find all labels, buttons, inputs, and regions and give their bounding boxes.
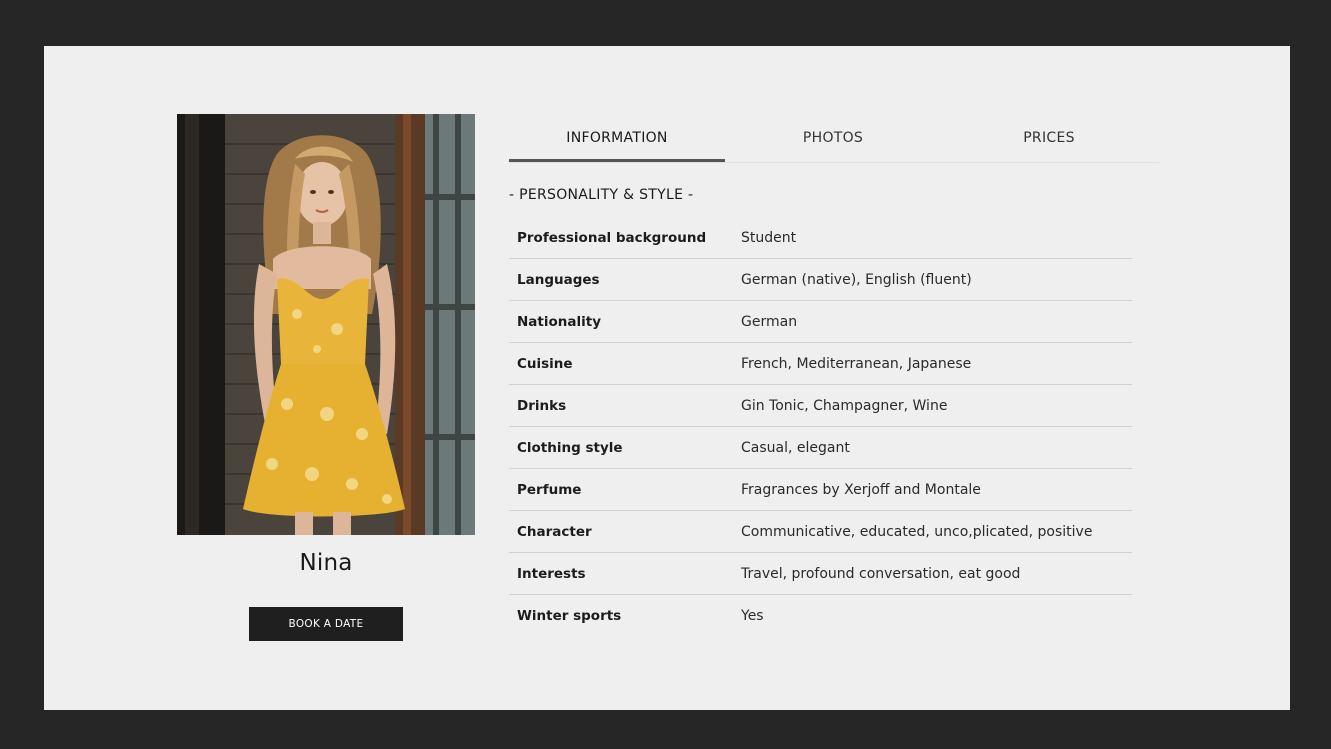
row-label: Perfume (517, 481, 582, 498)
table-row: Nationality German (509, 301, 1132, 343)
tab-photos[interactable]: PHOTOS (725, 114, 941, 161)
tab-prices[interactable]: PRICES (941, 114, 1157, 161)
profile-page: Nina BOOK A DATE INFORMATION PHOTOS PRIC… (44, 46, 1290, 710)
row-value: Communicative, educated, unco,plicated, … (741, 523, 1093, 540)
table-row: Languages German (native), English (flue… (509, 259, 1132, 301)
row-label: Nationality (517, 313, 601, 330)
row-value: Fragrances by Xerjoff and Montale (741, 481, 981, 498)
row-value: Casual, elegant (741, 439, 850, 456)
table-row: Winter sports Yes (509, 595, 1132, 637)
table-row: Clothing style Casual, elegant (509, 427, 1132, 469)
table-row: Professional background Student (509, 217, 1132, 259)
table-row: Perfume Fragrances by Xerjoff and Montal… (509, 469, 1132, 511)
row-value: French, Mediterranean, Japanese (741, 355, 972, 372)
row-value: Travel, profound conversation, eat good (741, 565, 1021, 582)
table-row: Drinks Gin Tonic, Champagner, Wine (509, 385, 1132, 427)
row-label: Cuisine (517, 355, 573, 372)
profile-name: Nina (299, 550, 353, 576)
row-value: Yes (741, 607, 764, 624)
book-date-button[interactable]: BOOK A DATE (249, 607, 403, 641)
row-label: Interests (517, 565, 586, 582)
row-value: German (741, 313, 798, 330)
row-label: Winter sports (517, 607, 622, 624)
table-row: Cuisine French, Mediterranean, Japanese (509, 343, 1132, 385)
table-row: Character Communicative, educated, unco,… (509, 511, 1132, 553)
tab-information[interactable]: INFORMATION (509, 114, 725, 162)
row-label: Character (517, 523, 592, 540)
profile-tabs: INFORMATION PHOTOS PRICES (509, 114, 1159, 163)
row-label: Professional background (517, 229, 707, 246)
row-value: Student (741, 229, 797, 246)
section-title: - PERSONALITY & STYLE - (509, 187, 694, 203)
row-value: German (native), English (fluent) (741, 271, 972, 288)
row-label: Clothing style (517, 439, 623, 456)
info-table: Professional background Student Language… (509, 217, 1132, 636)
profile-photo[interactable] (177, 114, 475, 535)
row-label: Drinks (517, 397, 567, 414)
table-row: Interests Travel, profound conversation,… (509, 553, 1132, 595)
row-value: Gin Tonic, Champagner, Wine (741, 397, 948, 414)
row-label: Languages (517, 271, 600, 288)
